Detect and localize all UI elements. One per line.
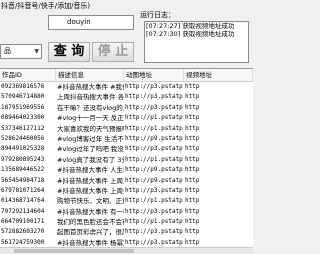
cell-video-url: http	[185, 155, 200, 163]
cell-cover-url: http://p3.pstatp.com	[125, 145, 184, 153]
run-log-box[interactable]: [07:27:27] 获取视频地址成功 [07:27:30] 获取视频地址成功	[144, 21, 249, 63]
cell-cover-url: http://p1.pstatp.com	[125, 155, 184, 163]
cell-id: 572882603270	[1, 228, 45, 236]
table-row[interactable]: 894491025328 #vlog过年了吗吧 我没你有收http://p3.ps…	[0, 144, 253, 154]
cell-description: #vlog博客过年 生活不止道沙	[57, 134, 124, 143]
cell-description: #抖音热搜大事件 上周大事	[57, 176, 124, 185]
chevron-down-icon[interactable]: ▼	[34, 45, 39, 58]
cell-cover-url: http://p9.pstatp.com	[125, 176, 184, 184]
cell-cover-url: http://p1.pstatp.com	[125, 218, 184, 226]
cell-id: 894491025328	[1, 145, 45, 153]
cell-id: 014368714764	[1, 197, 45, 205]
cell-description: 起图首页彩虏兴了，很厉害！	[57, 228, 124, 237]
cell-video-url: http	[185, 124, 200, 132]
table-row[interactable]: 135689446522 #抖音热搜大事件 人生就一个http://p9.psta…	[0, 165, 253, 175]
cell-cover-url: http://p3.pstatp.com	[125, 83, 184, 90]
cell-id: 135689446522	[1, 166, 45, 174]
table-row[interactable]: 570946714880 上周抖音热搜大事件 各位 http://p3.pstatp…	[0, 92, 253, 102]
cell-video-url: http	[185, 166, 200, 174]
cell-id: 570946714880	[1, 93, 45, 101]
cell-description: #抖音热搜大事件 人生就一个	[57, 166, 124, 175]
table-row[interactable]: 014368714764 购物节快乐、文明、正量带http://p1.pstatp…	[0, 196, 253, 206]
cell-video-url: http	[185, 218, 200, 226]
table-body: 092369816576#抖音热搜大事件 #我住的红Auhttp://p3.ps…	[0, 82, 253, 248]
table-row[interactable]: 565454984718 #抖音热搜大事件 上周大事http://p9.pstat…	[0, 176, 253, 186]
cell-cover-url: http://p9.pstatp.com	[125, 134, 184, 142]
table-row[interactable]: 979280895243 #vlog真了我没有了 3分钟学会http://p1.p…	[0, 155, 253, 165]
table-row[interactable]: 187951969556 在干嘛？还没有vlog的人 http://p3.pstat…	[0, 103, 253, 113]
cell-description: 上周抖音热搜大事件 各位	[57, 93, 124, 102]
cell-video-url: http	[185, 186, 200, 194]
cell-video-url: http	[185, 207, 200, 215]
log-line: [07:27:27] 获取视频地址成功	[146, 22, 235, 30]
cell-video-url: http	[185, 134, 200, 142]
cell-cover-url: http://p3.pstatp.com	[125, 228, 184, 236]
cell-cover-url: http://p1.pstatp.com	[125, 197, 184, 205]
table-row[interactable]: 572882603270 起图首页彩虏兴了，很厉害！http://p3.pstat…	[0, 227, 253, 237]
cell-id: 979280895243	[1, 155, 45, 163]
run-log-label: 运行日志：	[140, 11, 175, 19]
log-line: [07:27:30] 获取视频地址成功	[146, 30, 235, 38]
cell-description: 在干嘛？还没有vlog的人	[57, 103, 124, 112]
cell-description: #抖音热搜大事件 上周抖音	[57, 186, 124, 195]
cell-video-url: http	[185, 103, 200, 111]
cell-cover-url: http://p3.pstatp.com	[125, 207, 184, 215]
column-header-id[interactable]: 作品ID	[0, 69, 56, 81]
cell-id: 187951969556	[1, 103, 45, 111]
table-row[interactable]: 664709100171 我们的黑色脸还会不会在http://p1.pstatp.…	[0, 217, 253, 227]
cell-video-url: http	[185, 197, 200, 205]
cell-video-url: http	[185, 93, 200, 101]
window-title: 抖音/抖音号/快手/添加/音乐)	[1, 2, 91, 10]
cell-description: #vlog过年了吗吧 我没你有收	[57, 145, 124, 154]
cell-cover-url: http://p3.pstatp.com	[125, 93, 184, 101]
cell-video-url: http	[185, 228, 200, 236]
cell-id: 528624460056	[1, 134, 45, 142]
cell-id: 679781071264	[1, 186, 45, 194]
table-row[interactable]: 679781071264 #抖音热搜大事件 上周抖音http://p3.pstat…	[0, 186, 253, 196]
cell-video-url: http	[185, 145, 200, 153]
results-table[interactable]: 作品ID 描述信息 动图地址 视频地址 092369816576 #抖音热搜大事件…	[0, 68, 253, 248]
column-header-cover-url[interactable]: 动图地址	[124, 69, 184, 81]
column-header-description[interactable]: 描述信息	[56, 69, 124, 81]
query-button[interactable]: 查 询	[48, 42, 90, 62]
keyword-input[interactable]: douyin	[48, 15, 134, 30]
cell-video-url: http	[185, 114, 200, 122]
table-row[interactable]: 092369816576 #抖音热搜大事件 #我住的红Auhttp://p3.ps…	[0, 82, 253, 92]
cell-id: 092369816576	[1, 83, 45, 90]
table-row[interactable]: 537346127112 大家喜欢我的天气预报吗http://p1.pstatp.…	[0, 124, 253, 134]
cell-description: 购物节快乐、文明、正量带	[57, 197, 124, 206]
table-row[interactable]: 089464023300 #vlog十一月一天 反正我 http://p1.psta…	[0, 113, 253, 123]
cell-description: #vlog十一月一天 反正我	[57, 114, 124, 123]
cell-id: 537346127112	[1, 124, 45, 132]
cell-description: 我们的黑色脸还会不会在	[57, 218, 124, 227]
cell-id: 089464023300	[1, 114, 45, 122]
cell-id: 664709100171	[1, 218, 45, 226]
column-header-video-url[interactable]: 视频地址	[184, 69, 253, 81]
scrollbar-thumb[interactable]	[14, 249, 134, 253]
cell-description: #抖音热搜大事件 有一种幸	[57, 207, 124, 216]
type-select[interactable]: 品 ▼	[0, 44, 42, 59]
type-select-value: 品	[4, 47, 11, 55]
stop-button[interactable]: 停 止	[92, 42, 134, 62]
cell-cover-url: http://p3.pstatp.com	[125, 186, 184, 194]
cell-cover-url: http://p1.pstatp.com	[125, 124, 184, 132]
cell-cover-url: http://p9.pstatp.com	[125, 166, 184, 174]
cell-description: 大家喜欢我的天气预报吗	[57, 124, 124, 133]
cell-video-url: http	[185, 176, 200, 184]
run-log-group: 运行日志： [07:27:27] 获取视频地址成功 [07:27:30] 获取视…	[140, 10, 251, 66]
cell-cover-url: http://p3.pstatp.com	[125, 103, 184, 111]
table-row[interactable]: 528624460056 #vlog博客过年 生活不止道沙http://p9.ps…	[0, 134, 253, 144]
cell-id: 797292114604	[1, 207, 45, 215]
cell-description: #vlog真了我没有了 3分钟学会	[57, 155, 124, 164]
cell-id: 565454984718	[1, 176, 45, 184]
cell-video-url: http	[185, 83, 200, 90]
table-row[interactable]: 797292114604 #抖音热搜大事件 有一种幸http://p3.pstat…	[0, 207, 253, 217]
cell-cover-url: http://p1.pstatp.com	[125, 114, 184, 122]
cell-description: #抖音热搜大事件 #我住的红Au	[57, 83, 124, 91]
table-header: 作品ID 描述信息 动图地址 视频地址	[0, 69, 253, 82]
